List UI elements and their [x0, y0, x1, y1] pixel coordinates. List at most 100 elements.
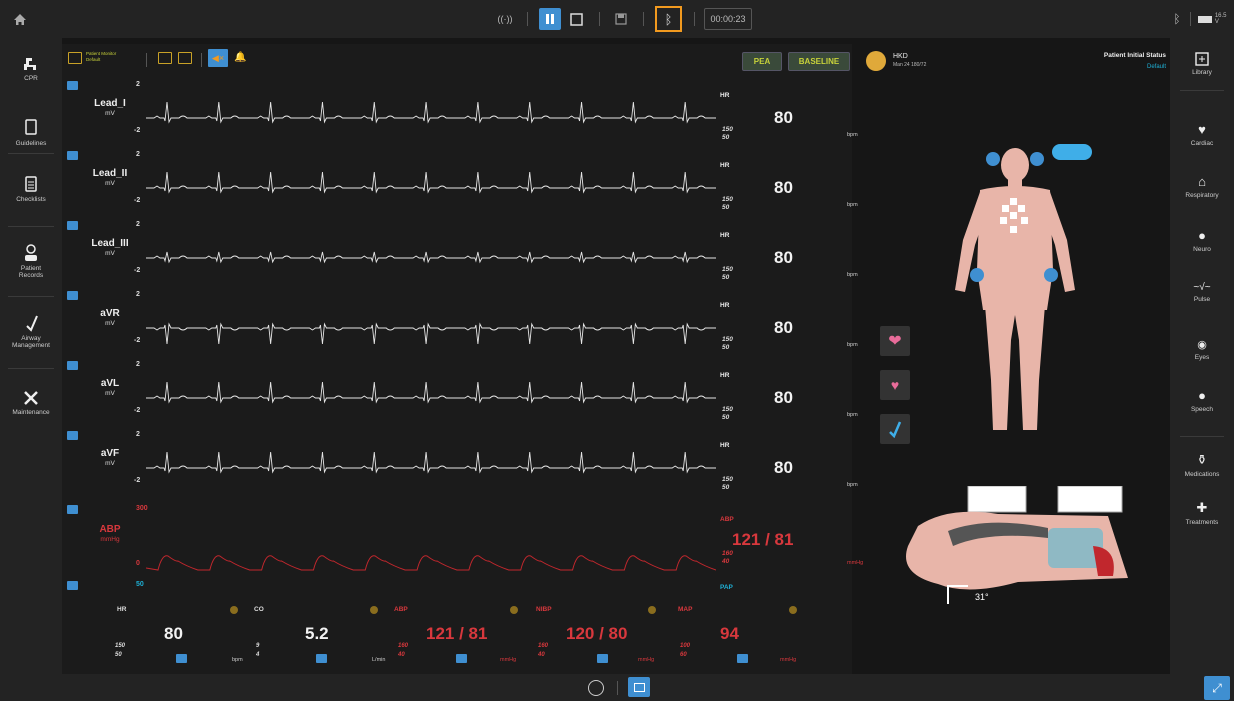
lead-scale-lo: -2 — [134, 127, 141, 134]
nav-checklists[interactable]: Checklists — [0, 158, 62, 220]
nav-cpr[interactable]: CPR — [0, 38, 62, 100]
co-label: CO — [254, 606, 264, 613]
nav-pulse[interactable]: ~√~ Pulse — [1170, 282, 1234, 303]
nibp-alarm-lo: 40 — [538, 652, 545, 658]
channel-tag[interactable] — [597, 654, 608, 663]
channel-tag[interactable] — [67, 291, 78, 300]
grid-view-icon[interactable] — [158, 52, 172, 64]
nav-medications[interactable]: ⚱ Medications — [1170, 452, 1234, 478]
nav-patient-records[interactable]: Patient Records — [0, 230, 62, 292]
divider — [527, 12, 528, 26]
channel-tag[interactable] — [456, 654, 467, 663]
chat-icon — [633, 682, 645, 692]
broken-heart-icon: ❤ — [888, 333, 902, 350]
nav-airway-management[interactable]: Airway Management — [0, 300, 62, 362]
nav-neuro-label: Neuro — [1193, 246, 1211, 253]
lead-name: aVR — [100, 308, 120, 319]
airway-head-illustration[interactable] — [888, 486, 1138, 606]
channel-tag[interactable] — [67, 81, 78, 90]
patient-body-illustration[interactable] — [935, 140, 1095, 440]
layout-icon[interactable] — [68, 52, 82, 64]
lead-row: aVR mV 2 -2 HR 150 50 80 bpm — [62, 288, 858, 358]
channel-tag[interactable] — [67, 581, 78, 590]
channel-tag[interactable] — [67, 221, 78, 230]
nav-library-label: Library — [1192, 69, 1212, 76]
monitor-tag-marker[interactable] — [1052, 144, 1092, 160]
channel-tag[interactable] — [67, 505, 78, 514]
stop-button[interactable] — [566, 8, 586, 30]
layout-selector[interactable]: Patient Monitor Default — [86, 51, 116, 63]
channel-tag[interactable] — [67, 151, 78, 160]
nav-medications-label: Medications — [1184, 471, 1220, 478]
abp-value: 121 / 81 — [732, 530, 794, 549]
airway-button[interactable] — [880, 414, 910, 444]
cardiac-icon: ♥ — [1198, 122, 1206, 137]
alarm-indicator — [510, 606, 518, 614]
hr-value: 80 — [164, 624, 183, 643]
top-bar: ((·)) ᛒ 00:00:23 ᛒ 16.5 V — [0, 0, 1234, 38]
nav-maintenance[interactable]: Maintenance — [0, 372, 62, 434]
abp-bottom-unit: mmHg — [500, 657, 517, 663]
ecg-waveform — [146, 381, 716, 404]
home-icon[interactable] — [10, 8, 30, 30]
nav-library[interactable]: Library — [1170, 52, 1234, 76]
heart-pulse-icon: ♥ — [890, 377, 900, 393]
rhythm-button[interactable]: PEA — [742, 52, 782, 71]
pacing-button[interactable]: ♥ — [880, 370, 910, 400]
lead-row: Lead_I mV 2 -2 HR 150 50 80 bpm — [62, 78, 858, 148]
history-icon[interactable] — [588, 680, 604, 696]
patient-records-icon — [25, 243, 37, 261]
abp-bottom-alarm-hi: 160 — [398, 643, 409, 649]
channel-tag[interactable] — [316, 654, 327, 663]
fullscreen-button[interactable]: ⤢ — [1204, 676, 1230, 700]
nav-neuro[interactable]: ● Neuro — [1170, 228, 1234, 253]
nav-treatments-label: Treatments — [1185, 519, 1219, 526]
nav-treatments[interactable]: ✚ Treatments — [1170, 500, 1234, 526]
nav-speech[interactable]: ● Speech — [1170, 388, 1234, 413]
lead-scale-lo: -2 — [134, 407, 141, 414]
hr-label: HR — [117, 606, 127, 613]
channel-tag[interactable] — [737, 654, 748, 663]
wireless-icon[interactable]: ((·)) — [496, 8, 514, 30]
pulse-point-marker[interactable] — [1030, 152, 1044, 166]
initial-status-value[interactable]: Default — [1060, 64, 1166, 70]
nibp-unit: mmHg — [638, 657, 655, 663]
pulse-point-marker[interactable] — [1044, 268, 1058, 282]
abp-name: ABP — [99, 524, 121, 535]
nav-eyes[interactable]: ◉ Eyes — [1170, 338, 1234, 361]
nav-respiratory[interactable]: ⌂ Respiratory — [1170, 174, 1234, 199]
abp-bottom-alarm-lo: 40 — [398, 652, 405, 658]
lead-alarm-hi: 150 — [722, 476, 733, 483]
lead-param: HR — [720, 372, 730, 379]
session-timer: 00:00:23 — [704, 8, 752, 30]
numeric-view-icon[interactable] — [178, 52, 192, 64]
save-icon[interactable] — [612, 8, 630, 30]
lead-value-unit: bpm — [847, 412, 858, 418]
patient-avatar[interactable] — [866, 51, 886, 71]
pulse-point-marker[interactable] — [970, 268, 984, 282]
nav-guidelines[interactable]: Guidelines — [0, 102, 62, 164]
ecg-waveform — [146, 451, 716, 474]
chat-button[interactable] — [628, 677, 650, 697]
hr-alarm-lo: 50 — [115, 652, 122, 658]
lead-unit: mV — [105, 250, 115, 257]
app-root: ((·)) ᛒ 00:00:23 ᛒ 16.5 V CPR Guidelines… — [0, 0, 1234, 701]
pause-button[interactable] — [539, 8, 561, 30]
lead-scale-hi: 2 — [136, 431, 140, 438]
abp-param: ABP — [720, 516, 734, 523]
channel-tag[interactable] — [176, 654, 187, 663]
abp-unit: mmHg — [100, 536, 120, 543]
lead-unit: mV — [105, 110, 115, 117]
channel-tag[interactable] — [67, 361, 78, 370]
alarm-bell-icon[interactable]: 🔔 — [234, 52, 246, 63]
defibrillation-button[interactable]: ❤ — [880, 326, 910, 356]
pulse-point-marker[interactable] — [986, 152, 1000, 166]
pap-param: PAP — [720, 584, 733, 591]
bluetooth-button[interactable]: ᛒ — [655, 6, 682, 32]
channel-tag[interactable] — [67, 431, 78, 440]
expand-icon: ⤢ — [1212, 680, 1222, 695]
baseline-button[interactable]: BASELINE — [788, 52, 850, 71]
battery-icon — [1198, 15, 1212, 23]
alarm-mute-button[interactable]: ◀× — [208, 49, 228, 67]
nav-cardiac[interactable]: ♥ Cardiac — [1170, 122, 1234, 147]
